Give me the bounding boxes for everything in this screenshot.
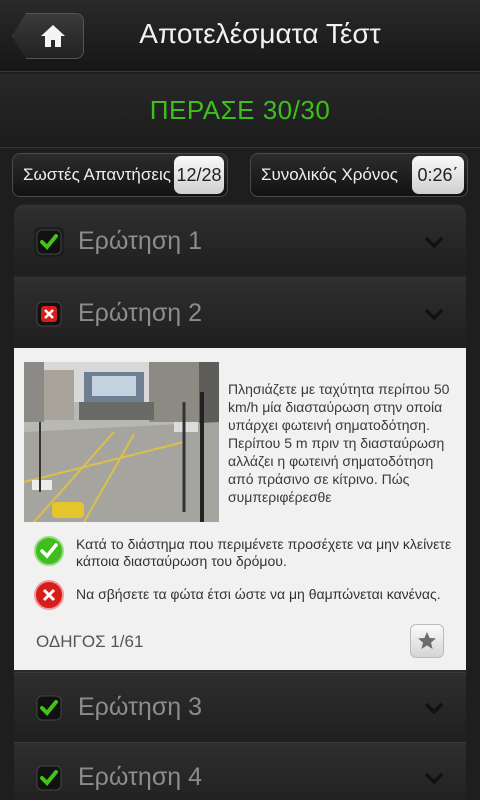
answer-item: Να σβήσετε τα φώτα έτσι ώστε να μη θαμπώ… (34, 580, 452, 610)
star-icon (418, 632, 436, 649)
result-bar: ΠΕΡΑΣΕ 30/30 (0, 74, 480, 148)
question-label: Ερώτηση 4 (78, 763, 203, 791)
app-header: Αποτελέσματα Τέστ (0, 0, 480, 72)
chevron-down-icon (424, 702, 444, 714)
check-icon (34, 226, 64, 257)
correct-answers-label: Σωστές Απαντήσεις (23, 165, 171, 184)
question-text: Πλησιάζετε με ταχύτητα περίπου 50 km/h μ… (228, 381, 450, 505)
correct-answers-stat: Σωστές Απαντήσεις 12/28 (12, 153, 228, 197)
answer-item: Κατά το διάστημα που περιμένετε προσέχετ… (34, 536, 452, 570)
total-time-stat: Συνολικός Χρόνος 0:26΄ (250, 153, 468, 197)
home-icon (41, 25, 65, 47)
favorite-button[interactable] (410, 624, 444, 658)
question-row[interactable]: Ερώτηση 3 (14, 672, 466, 742)
chevron-down-icon (424, 772, 444, 784)
check-icon (34, 763, 64, 793)
page-title: Αποτελέσματα Τέστ (139, 18, 381, 49)
question-photo (24, 362, 219, 522)
cross-icon (34, 580, 64, 610)
question-row[interactable]: Ερώτηση 4 (14, 742, 466, 800)
question-detail-panel: Πλησιάζετε με ταχύτητα περίπου 50 km/h μ… (14, 348, 466, 670)
question-row[interactable]: Ερώτηση 1 (14, 206, 466, 276)
question-row[interactable]: Ερώτηση 2 (14, 278, 466, 348)
total-time-label: Συνολικός Χρόνος (261, 165, 398, 184)
correct-answers-value: 12/28 (174, 156, 224, 194)
question-label: Ερώτηση 2 (78, 299, 203, 327)
chevron-down-icon (424, 236, 444, 248)
cross-icon (34, 299, 64, 329)
question-label: Ερώτηση 3 (78, 693, 203, 721)
total-time-value: 0:26΄ (412, 156, 464, 194)
guide-reference: ΟΔΗΓΟΣ 1/61 (36, 632, 144, 651)
check-icon (34, 536, 64, 566)
question-label: Ερώτηση 1 (78, 227, 203, 255)
chevron-down-icon (424, 308, 444, 320)
pass-result-text: ΠΕΡΑΣΕ 30/30 (149, 95, 331, 125)
answer-text: Κατά το διάστημα που περιμένετε προσέχετ… (76, 536, 452, 569)
answer-text: Να σβήσετε τα φώτα έτσι ώστε να μη θαμπώ… (76, 586, 441, 602)
home-button[interactable] (12, 13, 84, 59)
check-icon (34, 693, 64, 723)
